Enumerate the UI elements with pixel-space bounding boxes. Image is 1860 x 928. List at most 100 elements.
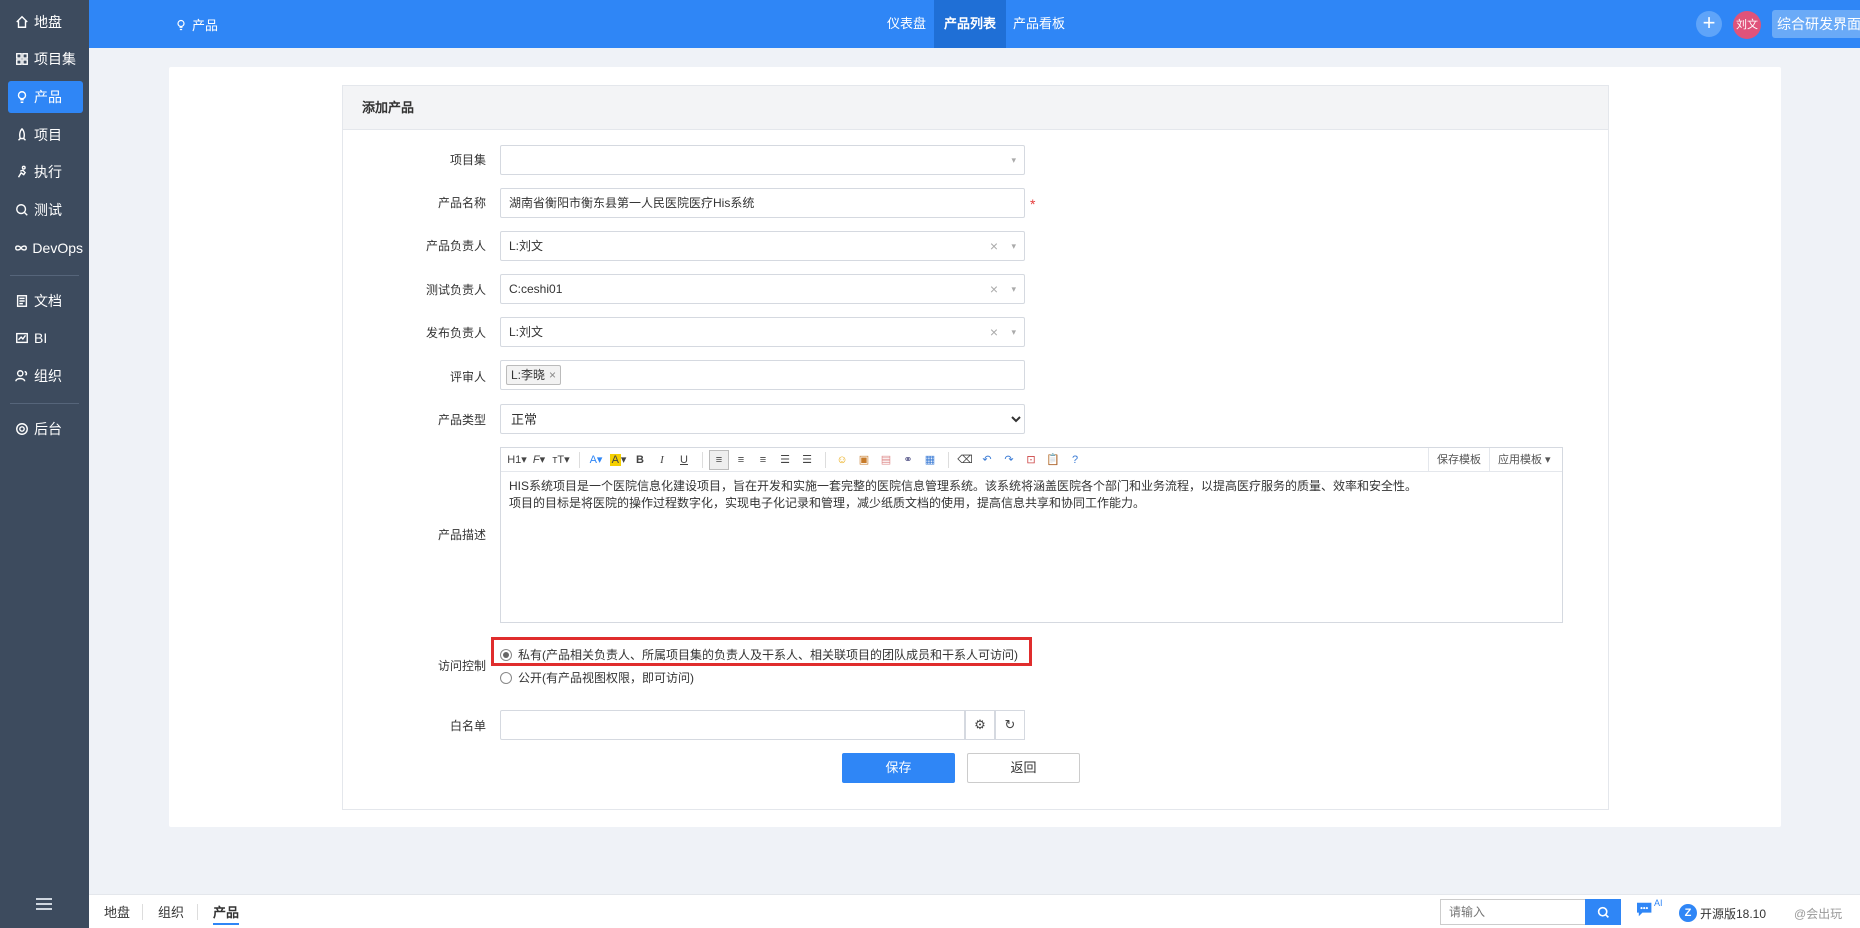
close-icon[interactable]: × [549, 368, 556, 382]
home-icon [14, 14, 30, 30]
search-icon [1597, 906, 1609, 918]
sidebar-item-label: 地盘 [34, 14, 62, 30]
clear-icon[interactable]: × [990, 275, 998, 303]
sidebar-item-doc[interactable]: 文档 [8, 285, 83, 317]
tab-product-list[interactable]: 产品列表 [934, 0, 1007, 48]
align-center-icon[interactable]: ≡ [731, 450, 751, 470]
bold-icon[interactable]: B [630, 450, 650, 470]
highlight-color-icon[interactable]: A ▾ [608, 450, 628, 470]
tab-product-kanban[interactable]: 产品看板 [1003, 0, 1075, 48]
release-owner-label: 发布负责人 [425, 326, 486, 340]
sidebar-item-project[interactable]: 项目 [8, 119, 83, 151]
sidebar-item-dashboard[interactable]: 地盘 [8, 6, 83, 38]
italic-icon[interactable]: I [652, 450, 672, 470]
avatar[interactable]: 刘文 [1733, 11, 1761, 39]
editor-content[interactable]: HIS系统项目是一个医院信息化建设项目，旨在开发和实施一套完整的医院信息管理系统… [501, 472, 1562, 518]
heading-button[interactable]: H1 ▾ [507, 450, 527, 470]
sidebar-item-org[interactable]: 组织 [8, 360, 83, 392]
link-icon[interactable]: ⚭ [898, 450, 918, 470]
acl-private-option[interactable]: 私有(产品相关负责人、所属项目集的负责人及干系人、相关联项目的团队成员和干系人可… [500, 646, 1018, 663]
search-button[interactable] [1585, 899, 1621, 925]
redo-icon[interactable]: ↷ [999, 450, 1019, 470]
sidebar-collapse-button[interactable] [36, 898, 52, 912]
sidebar-item-admin[interactable]: 后台 [8, 413, 83, 445]
version-info[interactable]: Z 开源版18.10 [1679, 904, 1766, 922]
back-button[interactable]: 返回 [967, 753, 1080, 783]
sidebar-item-test[interactable]: 测试 [8, 194, 83, 226]
test-owner-select[interactable]: C:ceshi01 × ▾ [500, 274, 1025, 304]
description-label: 产品描述 [437, 528, 486, 542]
unordered-list-icon[interactable]: ☰ [797, 450, 817, 470]
settings-button[interactable]: ⚙ [965, 710, 995, 740]
align-left-icon[interactable]: ≡ [709, 449, 729, 470]
emoji-icon[interactable]: ☺ [832, 450, 852, 470]
bulb-icon [177, 19, 185, 30]
bottom-tab-product[interactable]: 产品 [213, 902, 240, 925]
sidebar-item-devops[interactable]: DevOps [8, 232, 83, 264]
bottom-tab-org[interactable]: 组织 [158, 902, 184, 923]
form-title: 添加产品 [343, 86, 1608, 130]
font-family-icon[interactable]: F ▾ [529, 450, 549, 470]
description-line: HIS系统项目是一个医院信息化建设项目，旨在开发和实施一套完整的医院信息管理系统… [509, 479, 1418, 493]
underline-icon[interactable]: U [674, 450, 694, 470]
product-name-input[interactable]: 湖南省衡阳市衡东县第一人民医院医疗His系统 [500, 188, 1025, 218]
sidebar-item-label: 测试 [34, 202, 62, 218]
breadcrumb[interactable]: 产品 [175, 15, 218, 34]
chart-icon [14, 330, 30, 346]
save-template-button[interactable]: 保存模板 [1428, 448, 1489, 472]
sidebar-item-execution[interactable]: 执行 [8, 156, 83, 188]
table-icon[interactable]: ▦ [920, 450, 940, 470]
people-icon [14, 368, 30, 384]
help-icon[interactable]: ? [1065, 450, 1085, 470]
sidebar-item-label: BI [34, 330, 48, 346]
watermark: @会出玩 [1794, 907, 1843, 921]
rd-interface-button[interactable]: 综合研发界面 [1772, 10, 1860, 38]
add-button[interactable]: + [1696, 11, 1722, 37]
save-button[interactable]: 保存 [842, 753, 955, 783]
clear-icon[interactable]: × [990, 232, 998, 260]
clear-icon[interactable]: × [990, 318, 998, 346]
product-type-select[interactable]: 正常 [500, 404, 1025, 434]
ordered-list-icon[interactable]: ☰ [775, 450, 795, 470]
acl-open-option[interactable]: 公开(有产品视图权限，即可访问) [500, 669, 694, 686]
bottom-separator [197, 904, 198, 920]
release-owner-select[interactable]: L:刘文 × ▾ [500, 317, 1025, 347]
radio-open[interactable] [500, 671, 512, 684]
run-icon [14, 164, 30, 180]
toolbar-separator [579, 451, 580, 468]
apply-template-button[interactable]: 应用模板 ▾ [1489, 448, 1559, 472]
radio-private[interactable] [500, 648, 512, 661]
sidebar-item-program[interactable]: 项目集 [8, 43, 83, 75]
program-select[interactable]: ▾ [500, 145, 1025, 175]
reviewer-select[interactable]: L:李晓 × [500, 360, 1025, 390]
paste-icon[interactable]: 📋 [1043, 450, 1063, 470]
code-icon[interactable]: ⊡ [1021, 450, 1041, 470]
font-size-icon[interactable]: тT▾ [551, 450, 571, 470]
whitelist-label: 白名单 [449, 719, 486, 733]
test-icon [14, 202, 30, 218]
editor-toolbar: H1 ▾ F ▾ тT▾ A▾ A ▾ B I U ≡ ≡ ≡ ☰ ☰ ☺ ▣ ▤ ⚭… [501, 448, 1562, 472]
tab-dashboard[interactable]: 仪表盘 [877, 0, 936, 48]
refresh-button[interactable]: ↻ [995, 710, 1025, 740]
eraser-icon[interactable]: ⌫ [955, 450, 975, 470]
product-owner-select[interactable]: L:刘文 × ▾ [500, 231, 1025, 261]
bottom-tab-dashboard[interactable]: 地盘 [104, 902, 130, 923]
search-input[interactable] [1440, 899, 1585, 925]
reviewer-tag[interactable]: L:李晓 × [506, 365, 562, 385]
caret-down-icon: ▾ [1011, 155, 1016, 165]
rocket-icon [14, 127, 30, 143]
acl-private-label: 私有(产品相关负责人、所属项目集的负责人及干系人、相关联项目的团队成员和干系人可… [518, 648, 1018, 662]
undo-icon[interactable]: ↶ [977, 450, 997, 470]
sidebar-item-bi[interactable]: BI [8, 322, 83, 354]
flash-icon[interactable]: ▤ [876, 450, 896, 470]
image-icon[interactable]: ▣ [854, 450, 874, 470]
reviewer-label: 评审人 [449, 370, 486, 384]
ai-chat-icon[interactable]: AI [1635, 898, 1665, 924]
sidebar-item-product[interactable]: 产品 [8, 81, 83, 113]
doc-icon [14, 293, 30, 309]
font-color-icon[interactable]: A▾ [586, 450, 606, 470]
align-right-icon[interactable]: ≡ [753, 450, 773, 470]
whitelist-input[interactable] [500, 710, 965, 740]
sidebar-item-label: 项目 [34, 127, 62, 143]
sidebar-item-label: 产品 [34, 89, 62, 105]
